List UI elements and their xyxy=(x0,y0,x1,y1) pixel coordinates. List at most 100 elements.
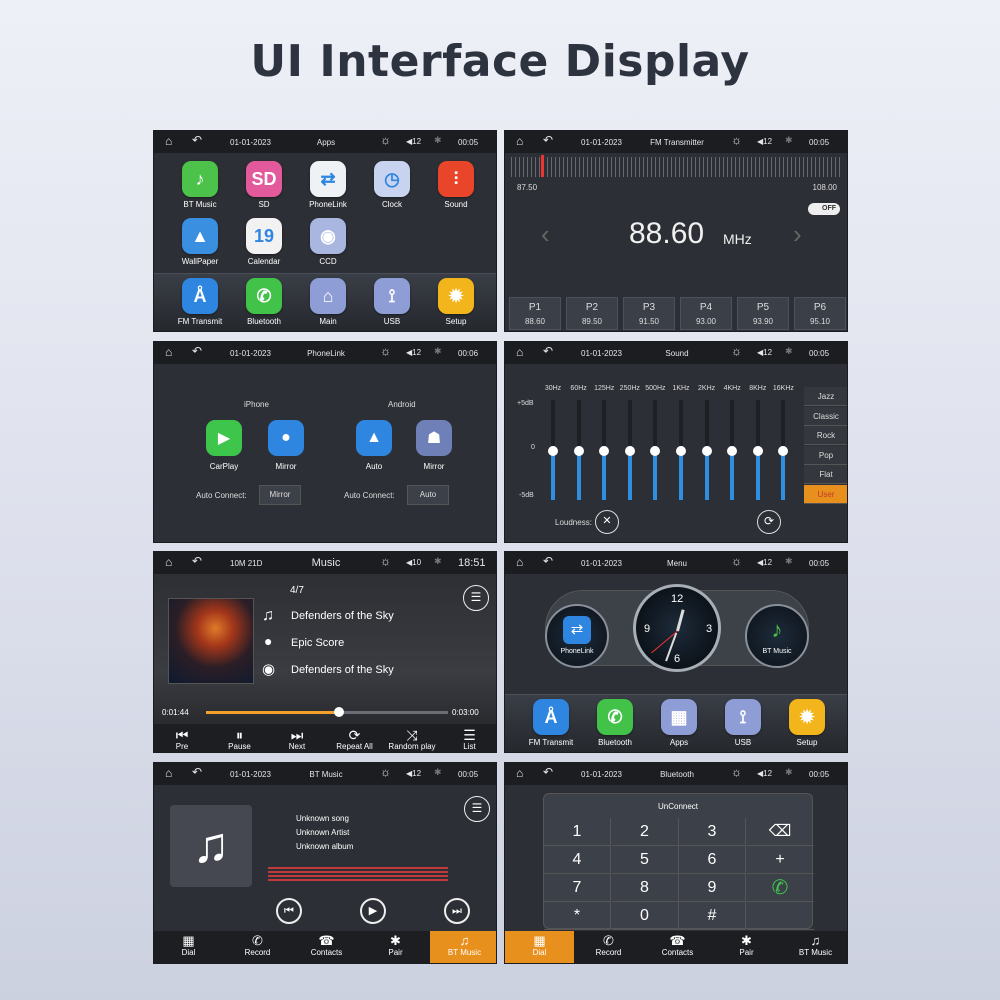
app-sound-button[interactable]: ⫶ Sound xyxy=(426,161,486,209)
volume-indicator[interactable]: ◀12 xyxy=(757,558,772,567)
brightness-icon[interactable]: ☼ xyxy=(380,765,391,779)
eq-slider-125hz[interactable] xyxy=(599,400,610,500)
app-phonelink-button[interactable]: ⇄ PhoneLink xyxy=(298,161,358,209)
preset-p3-button[interactable]: P3 91.50 xyxy=(623,297,675,330)
repeat-all-button[interactable]: ⟳ Repeat All xyxy=(327,728,383,751)
tab-pair[interactable]: ✱ Pair xyxy=(361,931,430,963)
dock-setup-button[interactable]: ✹ Setup xyxy=(426,278,486,326)
brightness-icon[interactable]: ☼ xyxy=(731,344,742,358)
eq-slider-4khz[interactable] xyxy=(727,400,738,500)
eq-preset-pop[interactable]: Pop xyxy=(804,445,847,465)
eq-slider-knob[interactable] xyxy=(727,446,738,456)
app-sd-button[interactable]: SD SD xyxy=(234,161,294,209)
preset-p6-button[interactable]: P6 95.10 xyxy=(794,297,846,330)
tab-record[interactable]: ✆ Record xyxy=(223,931,292,963)
eq-slider-knob[interactable] xyxy=(548,446,558,456)
play-button[interactable]: ▶ xyxy=(360,898,386,924)
tab-contacts[interactable]: ☎ Contacts xyxy=(643,931,712,963)
app-wallpaper-button[interactable]: ▲ WallPaper xyxy=(170,218,230,266)
eq-slider-knob[interactable] xyxy=(676,446,686,456)
key-9[interactable]: 9 xyxy=(679,874,746,902)
eq-preset-jazz[interactable]: Jazz xyxy=(804,387,847,406)
key-call-icon[interactable]: ✆ xyxy=(746,874,814,902)
reset-button[interactable]: ⟳ xyxy=(757,510,781,534)
preset-p5-button[interactable]: P5 93.90 xyxy=(737,297,789,330)
app-bt-music-button[interactable]: ♪ BT Music xyxy=(170,161,230,209)
frequency-ruler[interactable] xyxy=(511,157,843,177)
android-auto-connect-select[interactable]: Auto xyxy=(407,485,449,505)
volume-indicator[interactable]: ◀12 xyxy=(406,769,421,778)
eq-slider-500hz[interactable] xyxy=(650,400,661,500)
ios-mirror-button[interactable]: ● xyxy=(268,420,304,456)
brightness-icon[interactable]: ☼ xyxy=(731,133,742,147)
eq-slider-knob[interactable] xyxy=(778,446,789,456)
dock-main-button[interactable]: ⌂ Main xyxy=(298,278,358,326)
key-star[interactable]: * xyxy=(544,902,611,930)
eq-slider-knob[interactable] xyxy=(752,446,763,456)
key-6[interactable]: 6 xyxy=(679,846,746,874)
pause-button[interactable]: ⏸ Pause xyxy=(212,728,268,751)
next-button[interactable]: ⏭ Next xyxy=(269,728,325,751)
brightness-icon[interactable]: ☼ xyxy=(731,554,742,568)
eq-slider-30hz[interactable] xyxy=(548,400,558,500)
dock-fm-transmit-button[interactable]: Å FM Transmit xyxy=(170,278,230,326)
key-0[interactable]: 0 xyxy=(611,902,679,930)
dock-apps-button[interactable]: ▦ Apps xyxy=(649,699,709,747)
prev-button[interactable]: ⏮ xyxy=(276,898,302,924)
eq-slider-knob[interactable] xyxy=(701,446,712,456)
brightness-icon[interactable]: ☼ xyxy=(380,344,391,358)
eq-slider-16khz[interactable] xyxy=(778,400,789,500)
eq-preset-user[interactable]: User xyxy=(804,484,847,504)
eq-slider-250hz[interactable] xyxy=(624,400,635,500)
eq-slider-60hz[interactable] xyxy=(573,400,584,500)
brightness-icon[interactable]: ☼ xyxy=(380,133,391,147)
tab-dial[interactable]: ▦ Dial xyxy=(154,931,223,963)
android-mirror-button[interactable]: ☗ xyxy=(416,420,452,456)
key-7[interactable]: 7 xyxy=(544,874,611,902)
eq-slider-2khz[interactable] xyxy=(701,400,712,500)
ios-auto-connect-select[interactable]: Mirror xyxy=(259,485,301,505)
preset-p4-button[interactable]: P4 93.00 xyxy=(680,297,732,330)
key-4[interactable]: 4 xyxy=(544,846,611,874)
loudness-button[interactable]: ✕ xyxy=(595,510,619,534)
eq-preset-rock[interactable]: Rock xyxy=(804,426,847,445)
pre-button[interactable]: ⏮ Pre xyxy=(154,728,210,751)
progress-handle[interactable] xyxy=(334,707,345,717)
key-8[interactable]: 8 xyxy=(611,874,679,902)
eq-slider-1khz[interactable] xyxy=(676,400,686,500)
volume-indicator[interactable]: ◀12 xyxy=(406,348,421,357)
key-backspace-icon[interactable]: ⌫ xyxy=(746,818,814,846)
volume-indicator[interactable]: ◀12 xyxy=(757,769,772,778)
tab-bt-music[interactable]: ♫ BT Music xyxy=(430,931,496,963)
tab-pair[interactable]: ✱ Pair xyxy=(712,931,781,963)
volume-indicator[interactable]: ◀12 xyxy=(757,137,772,146)
volume-indicator[interactable]: ◀10 xyxy=(406,558,421,567)
app-ccd-button[interactable]: ◉ CCD xyxy=(298,218,358,266)
eq-slider-knob[interactable] xyxy=(599,446,610,456)
eq-preset-flat[interactable]: Flat xyxy=(804,465,847,484)
preset-p2-button[interactable]: P2 89.50 xyxy=(566,297,618,330)
list-button[interactable]: ☰ List xyxy=(442,728,497,751)
key-5[interactable]: 5 xyxy=(611,846,679,874)
brightness-icon[interactable]: ☼ xyxy=(731,765,742,779)
transmit-toggle[interactable]: OFF xyxy=(808,203,840,215)
key-1[interactable]: 1 xyxy=(544,818,611,846)
next-frequency-button[interactable]: › xyxy=(793,219,802,250)
btmusic-gauge[interactable]: ♪ BT Music xyxy=(745,604,809,668)
eq-preset-classic[interactable]: Classic xyxy=(804,406,847,426)
dock-setup-button[interactable]: ✹ Setup xyxy=(777,699,837,747)
volume-indicator[interactable]: ◀12 xyxy=(757,348,772,357)
key-2[interactable]: 2 xyxy=(611,818,679,846)
eq-slider-knob[interactable] xyxy=(573,446,584,456)
tab-contacts[interactable]: ☎ Contacts xyxy=(292,931,361,963)
dock-usb-button[interactable]: ⟟ USB xyxy=(713,699,773,747)
key-plus[interactable]: + xyxy=(746,846,814,874)
prev-frequency-button[interactable]: ‹ xyxy=(541,219,550,250)
random-play-button[interactable]: ⤨ Random play xyxy=(384,728,440,751)
phonelink-gauge[interactable]: ⇄ PhoneLink xyxy=(545,604,609,668)
tab-bt-music[interactable]: ♫ BT Music xyxy=(781,931,847,963)
playlist-button[interactable]: ☰ xyxy=(464,796,490,822)
app-clock-button[interactable]: ◷ Clock xyxy=(362,161,422,209)
eq-slider-knob[interactable] xyxy=(624,446,635,456)
android-auto-button[interactable]: ▲ xyxy=(356,420,392,456)
